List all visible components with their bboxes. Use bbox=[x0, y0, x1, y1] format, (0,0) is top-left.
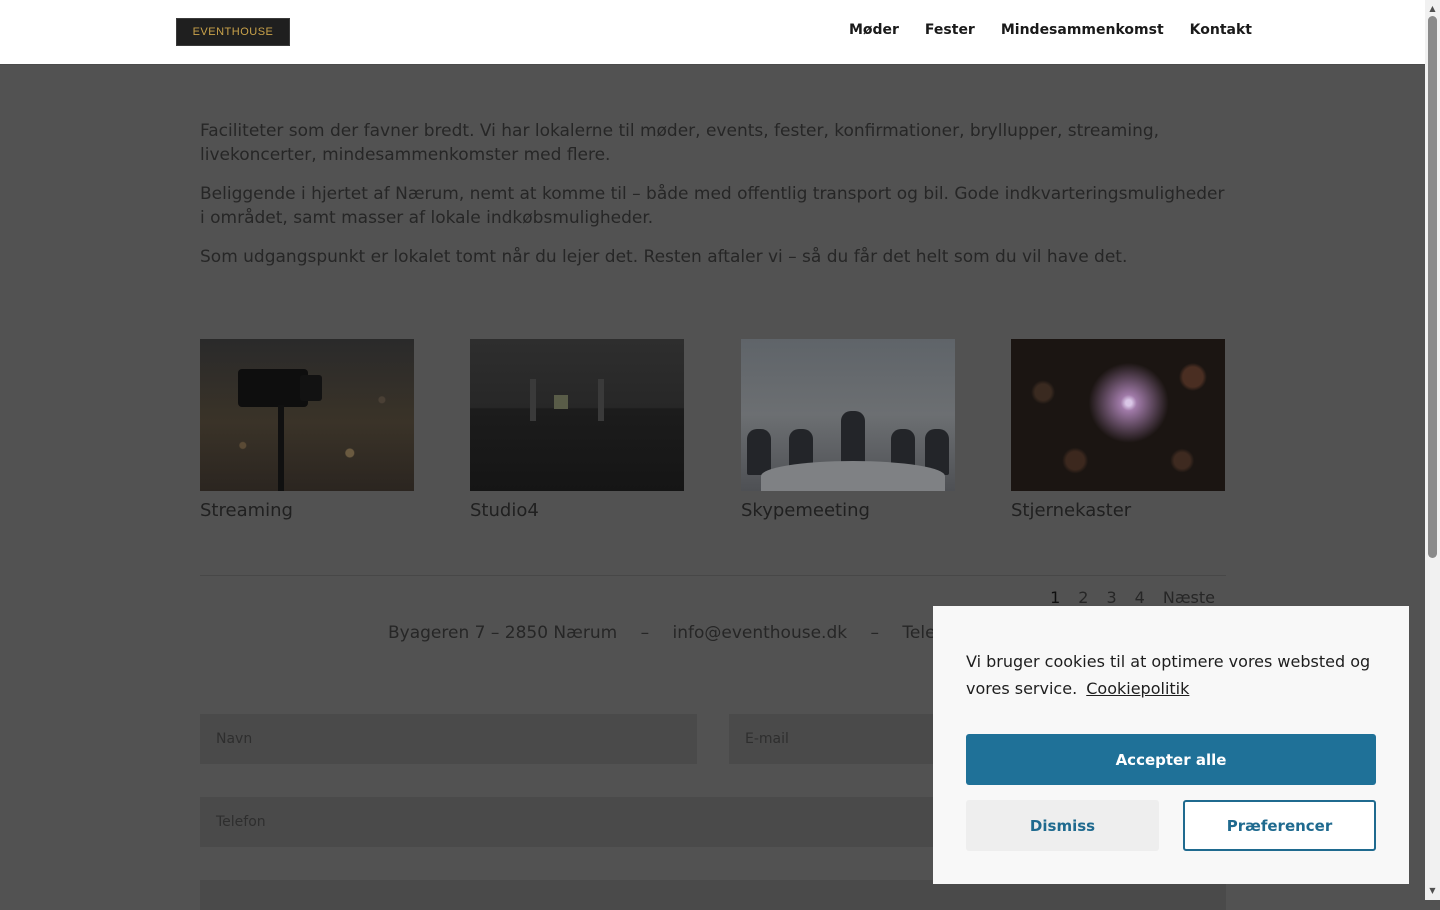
pillar-shape bbox=[530, 379, 536, 421]
separator: – bbox=[870, 623, 880, 643]
card-stjernekaster[interactable]: Stjernekaster bbox=[1011, 339, 1225, 521]
eventhouse-logo[interactable]: EVENTHOUSE bbox=[176, 18, 290, 46]
nav-item-fester[interactable]: Fester bbox=[925, 22, 975, 38]
meeting-people-image[interactable] bbox=[741, 339, 955, 491]
cookie-message: Vi bruger cookies til at optimere vores … bbox=[966, 648, 1386, 702]
page-link-4[interactable]: 4 bbox=[1135, 588, 1145, 607]
page-scrollbar[interactable]: ▲ ▼ bbox=[1425, 0, 1440, 900]
name-placeholder: Navn bbox=[216, 731, 253, 747]
cookie-policy-link[interactable]: Cookiepolitik bbox=[1086, 679, 1189, 698]
phone-placeholder: Telefon bbox=[216, 814, 266, 830]
name-input[interactable]: Navn bbox=[200, 714, 697, 764]
tripod-shape bbox=[278, 405, 284, 491]
page-link-2[interactable]: 2 bbox=[1078, 588, 1088, 607]
card-title[interactable]: Studio4 bbox=[470, 500, 684, 521]
card-title[interactable]: Stjernekaster bbox=[1011, 500, 1225, 521]
card-skypemeeting[interactable]: Skypemeeting bbox=[741, 339, 955, 521]
camera-lens-shape bbox=[300, 375, 322, 401]
pillar-shape bbox=[598, 379, 604, 421]
card-title[interactable]: Skypemeeting bbox=[741, 500, 955, 521]
window-shape bbox=[554, 395, 568, 409]
page-link-1[interactable]: 1 bbox=[1050, 588, 1060, 607]
nav-item-kontakt[interactable]: Kontakt bbox=[1190, 22, 1252, 38]
message-input[interactable] bbox=[200, 880, 1226, 910]
intro-paragraph: Som udgangspunkt er lokalet tomt når du … bbox=[200, 247, 1128, 267]
contact-info: Byageren 7 – 2850 Nærum – info@eventhous… bbox=[388, 623, 952, 643]
next-page-link[interactable]: Næste bbox=[1163, 588, 1215, 607]
page-link-3[interactable]: 3 bbox=[1106, 588, 1116, 607]
accept-all-button[interactable]: Accepter alle bbox=[966, 734, 1376, 785]
email-link[interactable]: info@eventhouse.dk bbox=[672, 623, 847, 643]
scroll-down-arrow-icon[interactable]: ▼ bbox=[1425, 884, 1440, 898]
section-divider bbox=[200, 575, 1226, 576]
card-streaming[interactable]: Streaming bbox=[200, 339, 414, 521]
logo-text: EVENTHOUSE bbox=[192, 26, 274, 38]
camera-shape bbox=[238, 369, 308, 407]
table-shape bbox=[761, 461, 945, 491]
preferences-button[interactable]: Præferencer bbox=[1183, 800, 1376, 851]
separator: – bbox=[640, 623, 650, 643]
address: Byageren 7 – 2850 Nærum bbox=[388, 623, 618, 643]
intro-text: Faciliteter som der favner bredt. Vi har… bbox=[200, 119, 1230, 284]
intro-paragraph: Beliggende i hjertet af Nærum, nemt at k… bbox=[200, 184, 1225, 228]
nav-item-mindesammenkomst[interactable]: Mindesammenkomst bbox=[1001, 22, 1164, 38]
cookie-consent-banner: Vi bruger cookies til at optimere vores … bbox=[933, 606, 1409, 884]
dismiss-button[interactable]: Dismiss bbox=[966, 800, 1159, 851]
email-placeholder: E-mail bbox=[745, 731, 789, 747]
intro-paragraph: Faciliteter som der favner bredt. Vi har… bbox=[200, 121, 1160, 165]
scrollbar-thumb[interactable] bbox=[1428, 16, 1437, 558]
person-shape bbox=[747, 429, 771, 475]
sparkler-image[interactable] bbox=[1011, 339, 1225, 491]
card-studio4[interactable]: Studio4 bbox=[470, 339, 684, 521]
studio-room-image[interactable] bbox=[470, 339, 684, 491]
main-nav: Møder Fester Mindesammenkomst Kontakt bbox=[849, 22, 1252, 38]
card-title[interactable]: Streaming bbox=[200, 500, 414, 521]
scroll-up-arrow-icon[interactable]: ▲ bbox=[1425, 2, 1440, 16]
pagination: 1 2 3 4 Næste bbox=[1050, 588, 1215, 607]
site-header: EVENTHOUSE Møder Fester Mindesammenkomst… bbox=[0, 0, 1425, 64]
streaming-camera-image[interactable] bbox=[200, 339, 414, 491]
nav-item-moder[interactable]: Møder bbox=[849, 22, 899, 38]
